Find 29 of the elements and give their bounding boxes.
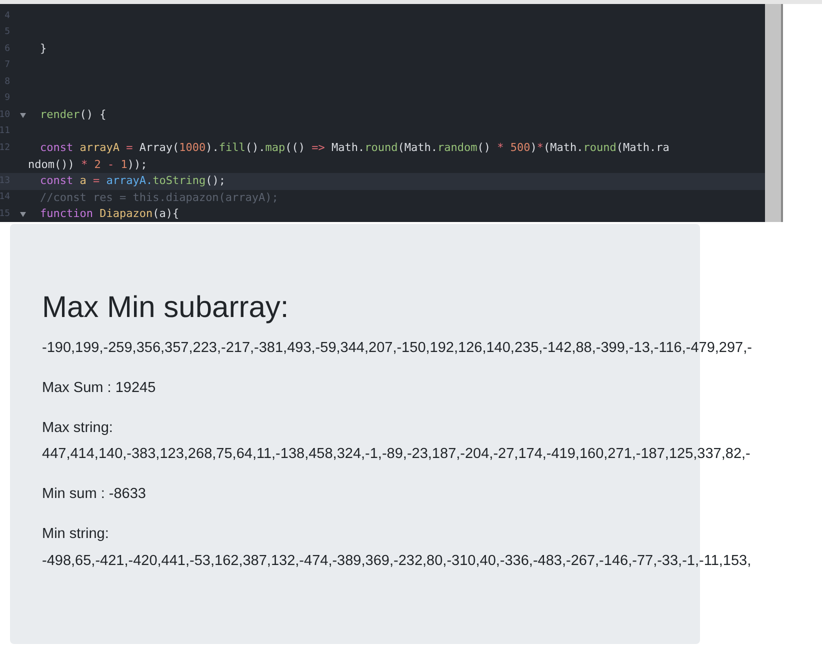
line-number: 9 (4, 92, 10, 105)
line-number: 14 (0, 191, 10, 204)
scrollbar[interactable] (765, 4, 781, 222)
array-values: -190,199,-259,356,357,223,-217,-381,493,-59,344,207,-150,192,126,140,235,-142,88,-399,-13,-116,-479,297,- (42, 339, 752, 358)
line-number: 11 (0, 125, 10, 138)
line-number: 4 (4, 10, 10, 22)
code-line: const arrayA = Array(1000).fill().map(() => Math.round(Math.random() * 500)*(Math.round(Math.ra (39, 140, 670, 156)
fold-arrow-icon[interactable] (20, 212, 26, 217)
line-number: 6 (4, 42, 10, 56)
max-string-label: Max string: (42, 418, 113, 438)
max-string-values: 447,414,140,-383,123,268,75,64,11,-138,458,324,-1,-89,-23,187,-204,-27,174,-419,160,271,-187,125,337,82,- (42, 445, 750, 464)
result-title: Max Min subarray: (42, 290, 289, 326)
line-number: 10 (0, 108, 10, 122)
line-number: 15 (0, 208, 10, 220)
line-number: 12 (0, 142, 10, 154)
code-line: //const res = this.diapazon(arrayA); (39, 190, 278, 206)
min-sum: Min sum : -8633 (42, 485, 146, 504)
min-string-values: -498,65,-421,-420,441,-53,162,387,132,-474,-389,369,-232,80,-310,40,-336,-483,-267,-146,-77,-33,-1,-11,153, (42, 552, 752, 570)
fold-arrow-icon[interactable] (20, 112, 26, 118)
code-line: const a = arrayA.toString(); (39, 173, 226, 189)
line-number: 5 (4, 26, 10, 39)
code-line: render() { (39, 107, 106, 123)
code-line: } (39, 41, 47, 57)
min-string-label: Min string: (42, 524, 109, 544)
max-sum: Max Sum : 19245 (42, 378, 156, 398)
line-number: 7 (4, 59, 10, 72)
code-line: function Diapazon(a){ (39, 206, 180, 222)
line-number: 8 (4, 76, 10, 88)
code-line: ndom()) * 2 - 1)); (28, 156, 148, 172)
